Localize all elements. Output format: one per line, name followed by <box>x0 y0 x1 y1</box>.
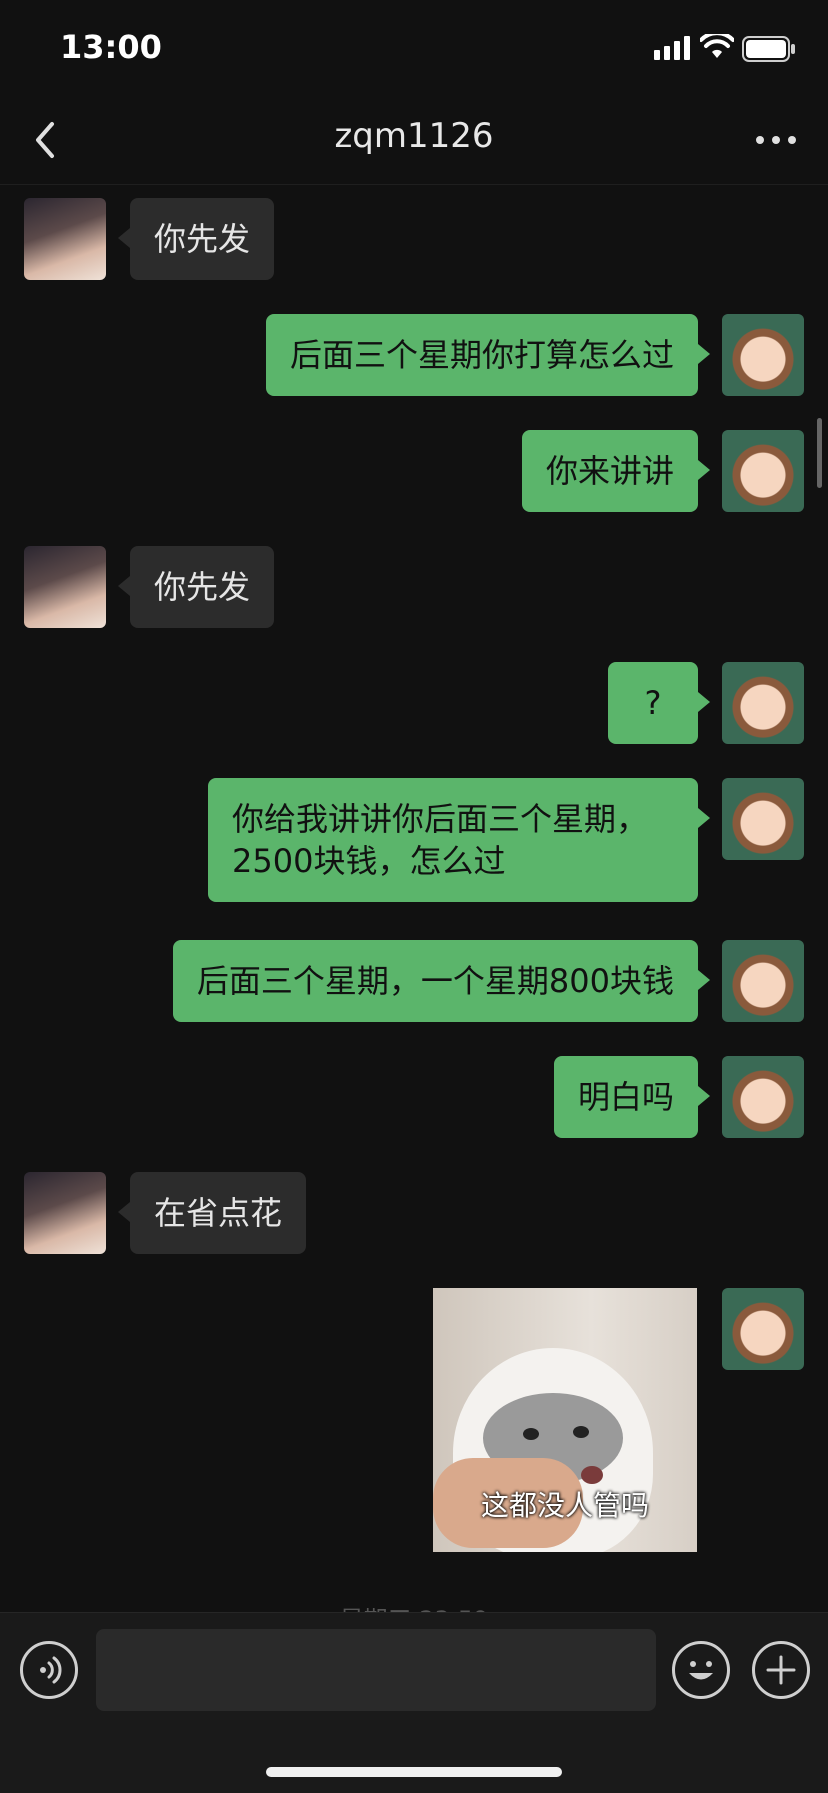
status-bar: 13:00 <box>0 0 828 96</box>
message-bubble[interactable]: 明白吗 <box>553 1056 711 1138</box>
chat-title: zqm1126 <box>334 116 494 156</box>
cat-eye <box>523 1428 539 1440</box>
plus-button[interactable] <box>752 1641 810 1699</box>
message-input[interactable] <box>96 1629 656 1711</box>
wifi-icon <box>700 34 734 58</box>
more-horizontal-icon[interactable] <box>752 118 800 162</box>
message-bubble[interactable]: 你先发 <box>117 198 275 280</box>
sticker-image[interactable]: 这都没人管吗 <box>433 1288 697 1552</box>
status-time: 13:00 <box>60 28 162 66</box>
self-avatar[interactable] <box>722 940 804 1022</box>
message-bubble[interactable]: 你先发 <box>117 546 275 628</box>
self-avatar[interactable] <box>722 1288 804 1370</box>
scrollbar[interactable] <box>817 418 822 488</box>
self-avatar[interactable] <box>722 778 804 860</box>
message-bubble[interactable]: ? <box>608 662 710 744</box>
voice-button[interactable] <box>20 1641 78 1699</box>
contact-avatar[interactable] <box>24 546 106 628</box>
contact-avatar[interactable] <box>24 1172 106 1254</box>
self-avatar[interactable] <box>722 314 804 396</box>
plus-icon <box>766 1655 796 1685</box>
message-timestamp: 星期三 23:59 <box>0 1600 828 1612</box>
self-avatar[interactable] <box>722 430 804 512</box>
signal-icon <box>654 36 690 60</box>
message-list[interactable]: 你先发 后面三个星期你打算怎么过 你来讲讲 你先发 ? 你给我讲讲你后面三个星期… <box>0 184 828 1612</box>
input-bar <box>0 1612 828 1793</box>
self-avatar[interactable] <box>722 1056 804 1138</box>
sticker-caption: 这都没人管吗 <box>480 1489 649 1522</box>
message-bubble[interactable]: 你来讲讲 <box>521 430 711 512</box>
message-bubble[interactable]: 后面三个星期你打算怎么过 <box>265 314 711 396</box>
message-bubble[interactable]: 你给我讲讲你后面三个星期，2500块钱，怎么过 <box>208 778 710 902</box>
cat-mouth <box>581 1466 603 1484</box>
emoji-icon <box>689 1661 713 1680</box>
self-avatar[interactable] <box>722 662 804 744</box>
emoji-button[interactable] <box>672 1641 730 1699</box>
cat-eye <box>573 1426 589 1438</box>
voice-icon <box>40 1656 62 1684</box>
message-bubble[interactable]: 在省点花 <box>117 1172 307 1254</box>
chat-header: zqm1126 <box>0 96 828 185</box>
contact-avatar[interactable] <box>24 198 106 280</box>
battery-icon <box>742 36 795 62</box>
home-indicator <box>266 1767 562 1777</box>
message-bubble[interactable]: 后面三个星期，一个星期800块钱 <box>172 940 711 1022</box>
